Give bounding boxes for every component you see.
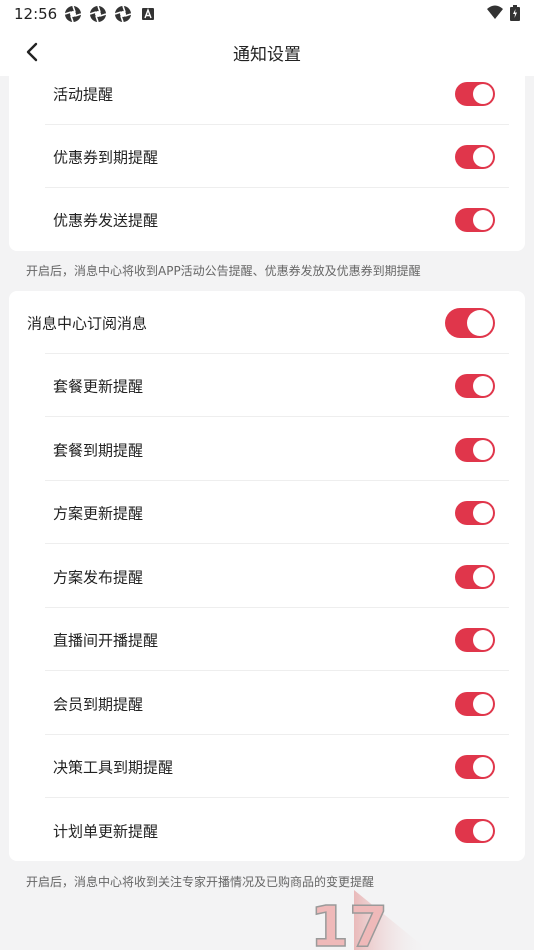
setting-row-plan-update: 方案更新提醒	[9, 481, 525, 544]
toggle-switch[interactable]	[455, 691, 495, 716]
toggle-knob	[473, 820, 493, 841]
toggle-knob	[473, 83, 493, 104]
watermark-logo: 17	[309, 890, 428, 950]
setting-row-member-expiry: 会员到期提醒	[9, 672, 525, 735]
status-notification-icons	[64, 5, 157, 23]
toggle-knob	[473, 439, 493, 460]
marketing-settings-card: 活动提醒 优惠券到期提醒 优惠券发送提醒	[9, 62, 525, 251]
divider	[45, 797, 509, 798]
setting-row-activity: 活动提醒	[9, 62, 525, 125]
setting-row-live-start: 直播间开播提醒	[9, 608, 525, 671]
setting-row-coupon-expiry: 优惠券到期提醒	[9, 125, 525, 188]
divider	[45, 670, 509, 671]
toggle-switch[interactable]	[455, 373, 495, 398]
setting-label: 套餐到期提醒	[53, 441, 144, 459]
toggle-switch[interactable]	[455, 437, 495, 462]
a-square-icon	[142, 8, 154, 20]
setting-label: 消息中心订阅消息	[27, 314, 148, 332]
toggle-switch[interactable]	[455, 207, 495, 232]
toggle-switch[interactable]	[455, 81, 495, 106]
toggle-knob	[473, 756, 493, 777]
toggle-switch[interactable]	[455, 144, 495, 169]
toggle-knob	[467, 309, 493, 336]
setting-label: 优惠券到期提醒	[53, 148, 159, 166]
setting-row-plan-list-update: 计划单更新提醒	[9, 799, 525, 862]
toggle-switch[interactable]	[455, 564, 495, 589]
toggle-knob	[473, 629, 493, 650]
setting-label: 方案发布提醒	[53, 568, 144, 586]
master-toggle-switch[interactable]	[445, 307, 495, 338]
setting-row-message-center: 消息中心订阅消息	[9, 291, 525, 354]
status-bar: 12:56	[0, 0, 534, 28]
toggle-knob	[473, 693, 493, 714]
setting-row-plan-publish: 方案发布提醒	[9, 545, 525, 608]
toggle-switch[interactable]	[455, 500, 495, 525]
aperture-icon	[64, 5, 82, 23]
setting-row-package-update: 套餐更新提醒	[9, 354, 525, 417]
wifi-icon	[487, 5, 503, 19]
status-time: 12:56	[14, 5, 58, 23]
setting-row-package-expiry: 套餐到期提醒	[9, 418, 525, 481]
toggle-knob	[473, 566, 493, 587]
toggle-knob	[473, 502, 493, 523]
setting-row-tool-expiry: 决策工具到期提醒	[9, 735, 525, 798]
aperture-icon	[114, 5, 132, 23]
setting-label: 方案更新提醒	[53, 504, 144, 522]
setting-label: 活动提醒	[53, 85, 114, 103]
toggle-switch[interactable]	[455, 754, 495, 779]
setting-row-coupon-send: 优惠券发送提醒	[9, 188, 525, 251]
setting-label: 决策工具到期提醒	[53, 758, 174, 776]
status-system-icons	[486, 5, 520, 21]
divider	[45, 543, 509, 544]
setting-label: 会员到期提醒	[53, 695, 144, 713]
watermark-text: 17	[310, 895, 388, 950]
toggle-knob	[473, 375, 493, 396]
section-note: 开启后，消息中心将收到APP活动公告提醒、优惠券发放及优惠券到期提醒	[26, 264, 421, 278]
toggle-knob	[473, 209, 493, 230]
toggle-switch[interactable]	[455, 627, 495, 652]
setting-label: 优惠券发送提醒	[53, 211, 159, 229]
setting-label: 套餐更新提醒	[53, 377, 144, 395]
divider	[45, 416, 509, 417]
aperture-icon	[89, 5, 107, 23]
subscription-settings-card: 消息中心订阅消息 套餐更新提醒 套餐到期提醒 方案更新提醒 方案发布提醒 直播间…	[9, 291, 525, 861]
battery-icon	[510, 5, 520, 21]
setting-label: 直播间开播提醒	[53, 631, 159, 649]
setting-label: 计划单更新提醒	[53, 822, 159, 840]
toggle-switch[interactable]	[455, 818, 495, 843]
toggle-knob	[473, 146, 493, 167]
